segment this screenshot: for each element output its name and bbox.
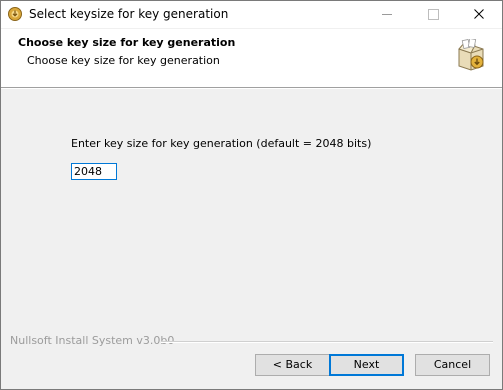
nsis-branding-text: Nullsoft Install System v3.0b0: [10, 334, 175, 347]
page-subtitle: Choose key size for key generation: [27, 54, 220, 67]
close-button[interactable]: [456, 1, 502, 28]
keysize-prompt-label: Enter key size for key generation (defau…: [71, 137, 372, 150]
close-icon: [474, 9, 484, 19]
page-title: Choose key size for key generation: [18, 36, 236, 49]
installer-box-icon: [456, 38, 486, 71]
next-button[interactable]: Next: [329, 354, 404, 376]
keysize-input[interactable]: [71, 163, 117, 180]
window-title: Select keysize for key generation: [29, 7, 229, 21]
header-divider-highlight: [1, 88, 502, 89]
nsis-installer-icon: [8, 7, 22, 21]
minimize-button[interactable]: [364, 1, 410, 28]
title-bar[interactable]: Select keysize for key generation: [1, 1, 502, 28]
installer-window: Select keysize for key generation Choose…: [0, 0, 503, 390]
back-button[interactable]: < Back: [255, 354, 330, 376]
page-header: Choose key size for key generation Choos…: [1, 29, 502, 87]
maximize-button[interactable]: [410, 1, 456, 28]
cancel-button[interactable]: Cancel: [415, 354, 490, 376]
footer-divider-highlight: [161, 342, 493, 343]
